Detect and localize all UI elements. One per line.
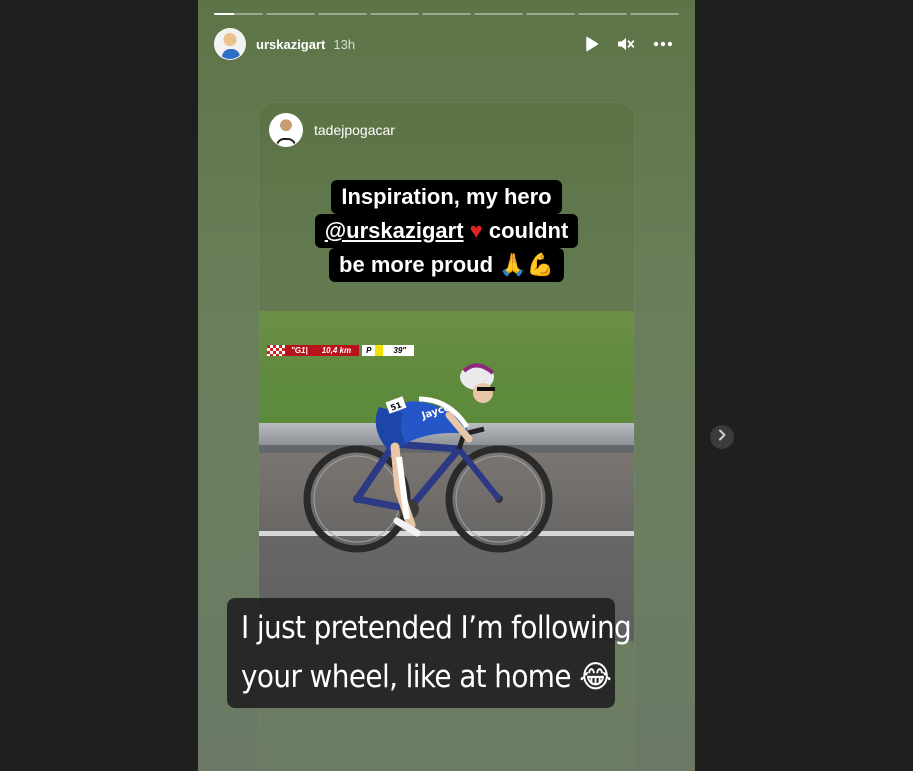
author-username[interactable]: urskazigart	[256, 37, 325, 52]
story-actions	[585, 36, 679, 52]
progress-segment	[422, 13, 471, 15]
shared-post-caption: Inspiration, my hero @urskazigart ♥ coul…	[259, 180, 634, 282]
progress-segment	[474, 13, 523, 15]
chevron-right-icon	[717, 428, 727, 446]
progress-segment	[318, 13, 367, 15]
story-progress-bars	[214, 13, 679, 16]
author-avatar[interactable]	[214, 28, 246, 60]
caption-line-1: Inspiration, my hero	[331, 180, 562, 214]
play-icon[interactable]	[585, 36, 599, 52]
caption-line-3-text: be more proud	[339, 252, 500, 277]
progress-segment	[526, 13, 575, 15]
progress-segment	[266, 13, 315, 15]
progress-segment	[630, 13, 679, 15]
overlay-line-2: your wheel, like at home 😂	[241, 659, 612, 695]
checkered-flag-icon	[267, 345, 285, 356]
overlay-line-1: I just pretended I’m following	[241, 610, 632, 646]
progress-segment-fill	[214, 13, 234, 15]
progress-segment	[578, 13, 627, 15]
more-icon[interactable]	[653, 41, 673, 47]
shared-post-video[interactable]: "G1| 10,4 km P 39" 51 Jayco	[259, 311, 634, 641]
shared-post-header: tadejpogacar	[269, 113, 395, 147]
next-story-button[interactable]	[710, 425, 734, 449]
mute-icon[interactable]	[617, 36, 635, 52]
caption-line-2-text: couldnt	[482, 218, 569, 243]
shared-post-username[interactable]: tadejpogacar	[314, 122, 395, 138]
story-frame[interactable]: urskazigart 13h tadejpogacar Inspiration…	[198, 0, 695, 771]
caption-line-3: be more proud 🙏💪	[329, 248, 564, 282]
caption-mention[interactable]: @urskazigart	[325, 218, 464, 243]
progress-segment	[214, 13, 263, 15]
story-timestamp: 13h	[333, 36, 356, 52]
caption-emojis: 🙏💪	[499, 252, 554, 277]
story-header: urskazigart 13h	[214, 27, 679, 61]
heart-emoji: ♥	[469, 218, 483, 243]
story-overlay-comment: I just pretended I’m following your whee…	[227, 598, 632, 708]
caption-line-2: @urskazigart ♥ couldnt	[314, 214, 579, 248]
progress-segment	[370, 13, 419, 15]
story-viewer: urskazigart 13h tadejpogacar Inspiration…	[0, 0, 913, 771]
cyclist-illustration: 51 Jayco	[303, 363, 553, 553]
shared-post-avatar[interactable]	[269, 113, 303, 147]
